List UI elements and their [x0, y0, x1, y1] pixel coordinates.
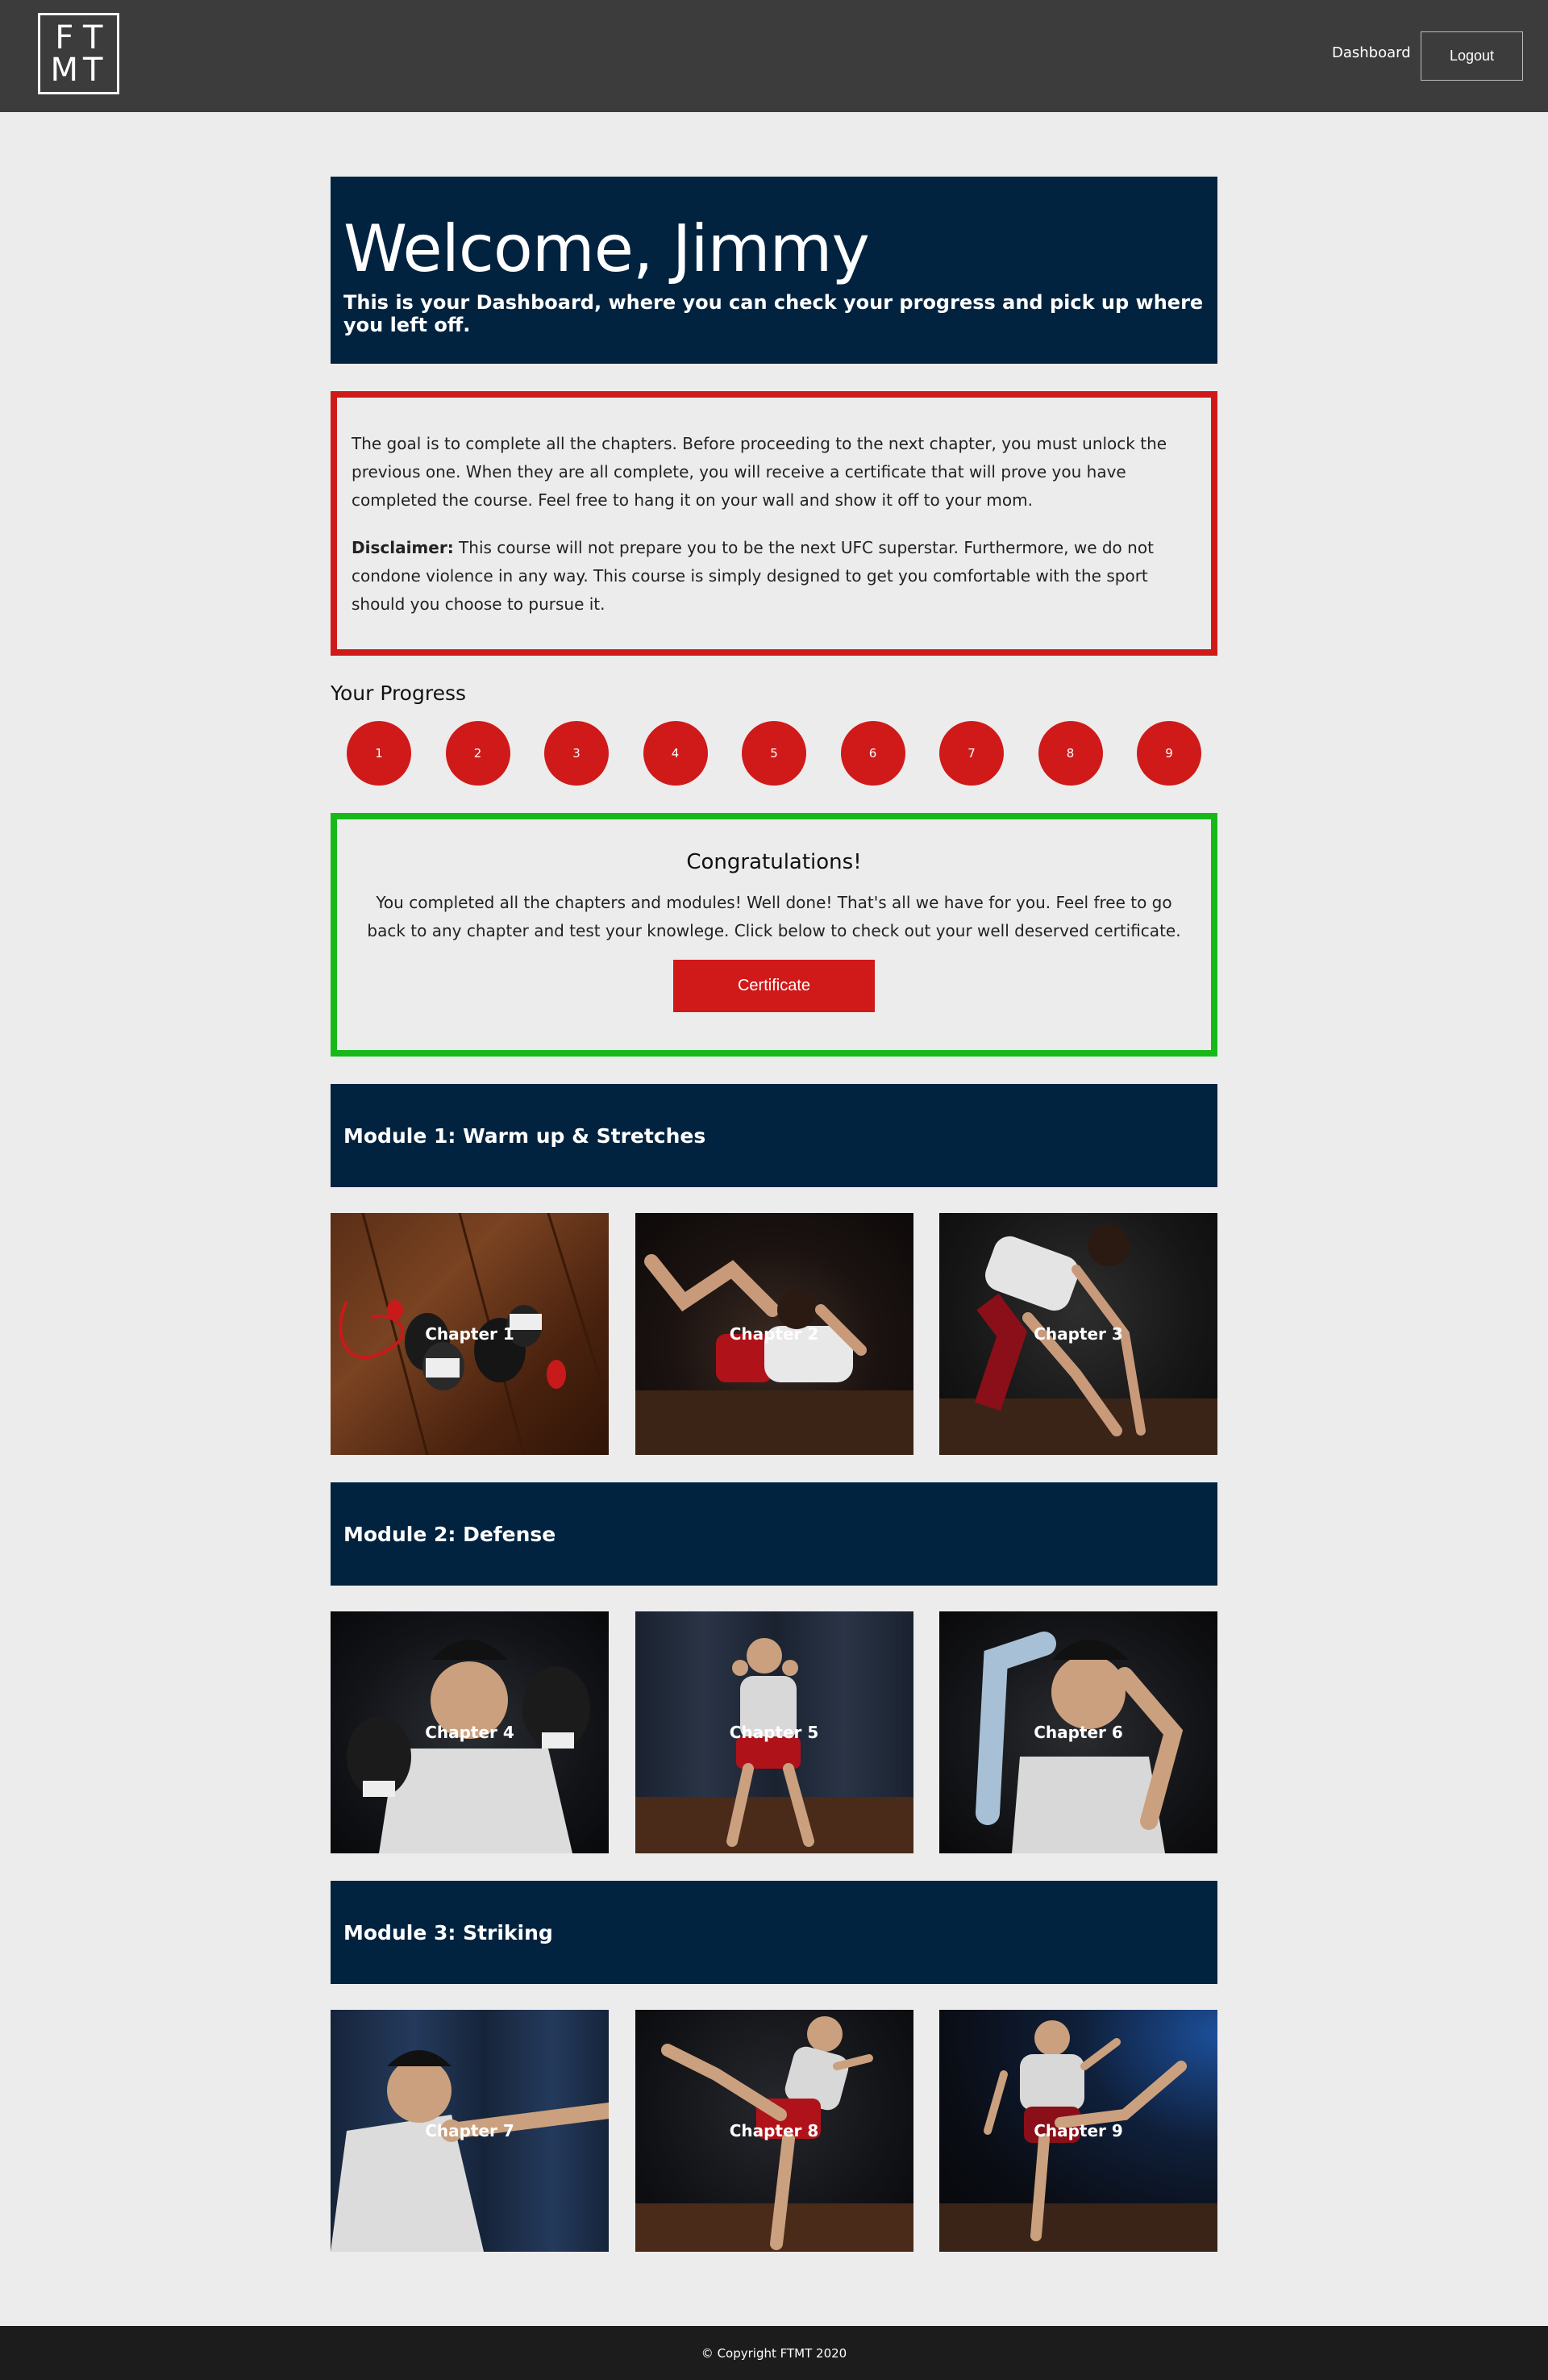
progress-step-1[interactable]: 1 [347, 721, 411, 786]
chapter-label: Chapter 4 [425, 1723, 514, 1742]
welcome-subtitle: This is your Dashboard, where you can ch… [343, 291, 1204, 336]
chapter-1-card[interactable]: Chapter 1 [331, 1213, 609, 1455]
chapter-3-card[interactable]: Chapter 3 [939, 1213, 1217, 1455]
congrats-message: You completed all the chapters and modul… [367, 893, 1181, 940]
welcome-title: Welcome, Jimmy [343, 211, 870, 286]
progress-step-6[interactable]: 6 [840, 721, 905, 786]
progress-title: Your Progress [331, 681, 467, 705]
module-1-chapters: Chapter 1 Chapter 2 Chapter 3 [331, 1213, 1217, 1455]
chapter-label: Chapter 6 [1034, 1723, 1123, 1742]
chapter-label: Chapter 8 [729, 2121, 819, 2140]
disclaimer-body: This course will not prepare you to be t… [352, 538, 1154, 614]
chapter-label: Chapter 5 [729, 1723, 819, 1742]
progress-tracker: 1 2 3 4 5 6 7 8 9 [331, 721, 1217, 786]
module-1-header: Module 1: Warm up & Stretches [331, 1084, 1217, 1187]
module-title: Module 2: Defense [343, 1522, 556, 1546]
chapter-5-card[interactable]: Chapter 5 [635, 1611, 913, 1853]
top-navbar: F T M T Dashboard Logout [0, 0, 1548, 112]
progress-step-5[interactable]: 5 [742, 721, 806, 786]
course-info-box: The goal is to complete all the chapters… [331, 391, 1217, 656]
progress-step-3[interactable]: 3 [544, 721, 609, 786]
progress-step-8[interactable]: 8 [1038, 721, 1103, 786]
module-title: Module 3: Striking [343, 1920, 553, 1944]
chapter-label: Chapter 2 [729, 1324, 819, 1344]
module-3-header: Module 3: Striking [331, 1881, 1217, 1984]
progress-step-9[interactable]: 9 [1137, 721, 1201, 786]
nav-dashboard-link[interactable]: Dashboard [1332, 44, 1411, 61]
progress-step-2[interactable]: 2 [445, 721, 510, 786]
course-goal-text: The goal is to complete all the chapters… [352, 434, 1167, 510]
logo-letter: F [55, 19, 74, 56]
chapter-label: Chapter 9 [1034, 2121, 1123, 2140]
module-title: Module 1: Warm up & Stretches [343, 1123, 706, 1148]
dashboard-main: Welcome, Jimmy This is your Dashboard, w… [331, 177, 1217, 2252]
certificate-button[interactable]: Certificate [673, 960, 875, 1012]
chapter-4-card[interactable]: Chapter 4 [331, 1611, 609, 1853]
module-2-chapters: Chapter 4 Chapter 5 Chapter 6 [331, 1611, 1217, 1853]
chapter-7-card[interactable]: Chapter 7 [331, 2010, 609, 2252]
logo-letter: M [50, 52, 78, 89]
logo-letter: T [83, 19, 103, 56]
congratulations-box: Congratulations! You completed all the c… [331, 813, 1217, 1057]
chapter-6-card[interactable]: Chapter 6 [939, 1611, 1217, 1853]
ftmt-logo[interactable]: F T M T [38, 13, 119, 94]
progress-step-7[interactable]: 7 [939, 721, 1004, 786]
disclaimer-label: Disclaimer: [352, 538, 454, 557]
chapter-2-card[interactable]: Chapter 2 [635, 1213, 913, 1455]
logo-letter: T [83, 52, 103, 89]
congrats-title: Congratulations! [686, 850, 862, 874]
chapter-label: Chapter 7 [425, 2121, 514, 2140]
copyright-text: © Copyright FTMT 2020 [701, 2345, 847, 2361]
chapter-label: Chapter 3 [1034, 1324, 1123, 1344]
disclaimer-text: Disclaimer: This course will not prepare… [352, 534, 1196, 619]
logout-button[interactable]: Logout [1421, 31, 1523, 81]
welcome-banner: Welcome, Jimmy This is your Dashboard, w… [331, 177, 1217, 364]
chapter-8-card[interactable]: Chapter 8 [635, 2010, 913, 2252]
module-3-chapters: Chapter 7 Chapter 8 Chapter 9 [331, 2010, 1217, 2252]
page-footer: © Copyright FTMT 2020 [0, 2326, 1548, 2380]
module-2-header: Module 2: Defense [331, 1482, 1217, 1586]
chapter-9-card[interactable]: Chapter 9 [939, 2010, 1217, 2252]
chapter-label: Chapter 1 [425, 1324, 514, 1344]
progress-step-4[interactable]: 4 [643, 721, 708, 786]
